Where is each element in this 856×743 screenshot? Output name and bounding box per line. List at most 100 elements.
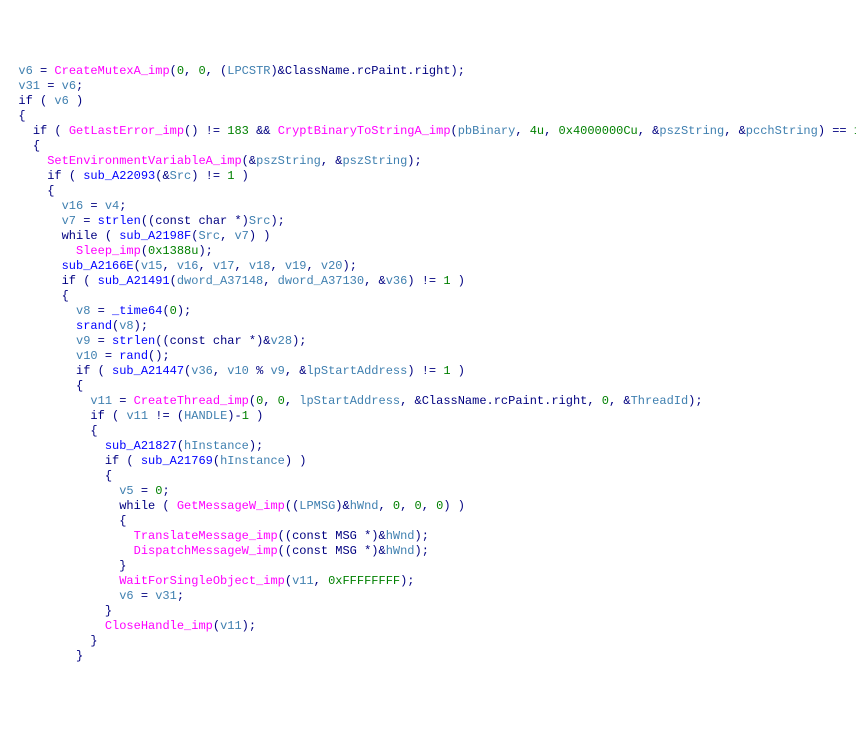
code-token: ; <box>162 484 169 498</box>
code-token: (( <box>141 214 155 228</box>
code-line: while ( sub_A2198F(Src, v7) ) <box>4 229 852 244</box>
code-token: ) == <box>818 124 854 138</box>
code-token: ); <box>688 394 702 408</box>
code-token: MSG *)& <box>328 544 386 558</box>
code-token: const <box>292 544 328 558</box>
code-token: , <box>184 64 198 78</box>
code-line: v7 = strlen((const char *)Src); <box>4 214 852 229</box>
code-token: sub_A21827 <box>105 439 177 453</box>
code-line: v6 = v31; <box>4 589 852 604</box>
code-token: v8 <box>76 304 90 318</box>
code-token: v20 <box>321 259 343 273</box>
code-token: ( <box>177 439 184 453</box>
code-token: ); <box>415 529 429 543</box>
code-line: { <box>4 424 852 439</box>
code-token: CreateMutexA_imp <box>54 64 169 78</box>
code-token: v18 <box>249 259 271 273</box>
code-token: , &ClassName.rcPaint.right, <box>400 394 602 408</box>
code-line: TranslateMessage_imp((const MSG *)&hWnd)… <box>4 529 852 544</box>
code-token: ); <box>343 259 357 273</box>
code-token: ); <box>134 319 148 333</box>
code-line: if ( sub_A21491(dword_A37148, dword_A371… <box>4 274 852 289</box>
code-token: ; <box>76 79 83 93</box>
code-token: ) ) <box>443 499 465 513</box>
code-token: CloseHandle_imp <box>105 619 213 633</box>
code-token: if <box>33 124 47 138</box>
code-token: SetEnvironmentVariableA_imp <box>47 154 241 168</box>
code-token: v16 <box>177 259 199 273</box>
code-line: v6 = CreateMutexA_imp(0, 0, (LPCSTR)&Cla… <box>4 64 852 79</box>
code-token: ( <box>47 124 69 138</box>
code-token: ( <box>155 499 177 513</box>
code-token: v5 <box>119 484 133 498</box>
code-token: strlen <box>112 334 155 348</box>
code-token: ) <box>249 409 263 423</box>
code-token: while <box>62 229 98 243</box>
code-token: v10 <box>227 364 249 378</box>
code-token: ( <box>451 124 458 138</box>
code-token: v6 <box>18 64 32 78</box>
code-token: LPMSG <box>299 499 335 513</box>
code-token: { <box>119 514 126 528</box>
code-token: v6 <box>119 589 133 603</box>
code-token: (( <box>278 529 292 543</box>
code-line: } <box>4 649 852 664</box>
code-token: sub_A21447 <box>112 364 184 378</box>
code-token: , <box>515 124 529 138</box>
code-token: , ( <box>206 64 228 78</box>
code-line: sub_A2166E(v15, v16, v17, v18, v19, v20)… <box>4 259 852 274</box>
code-line: srand(v8); <box>4 319 852 334</box>
code-token: ; <box>119 199 126 213</box>
code-token: (& <box>155 169 169 183</box>
code-token: 1 <box>443 274 450 288</box>
code-token: v4 <box>105 199 119 213</box>
code-line: if ( sub_A22093(&Src) != 1 ) <box>4 169 852 184</box>
code-token: ); <box>177 304 191 318</box>
code-token: ); <box>415 544 429 558</box>
code-token: v6 <box>62 79 76 93</box>
code-token: ( <box>170 274 177 288</box>
code-token: lpStartAddress <box>299 394 400 408</box>
code-token: pszString <box>256 154 321 168</box>
code-token: v11 <box>126 409 148 423</box>
code-token: v10 <box>76 349 98 363</box>
code-token: v7 <box>234 229 248 243</box>
code-line: if ( GetLastError_imp() != 183 && CryptB… <box>4 124 852 139</box>
code-line: v5 = 0; <box>4 484 852 499</box>
code-token: WaitForSingleObject_imp <box>119 574 285 588</box>
code-line: { <box>4 184 852 199</box>
code-token: if <box>76 364 90 378</box>
code-token: ) != <box>407 274 443 288</box>
code-token: ; <box>177 589 184 603</box>
code-line: v8 = _time64(0); <box>4 304 852 319</box>
code-token: ( <box>285 574 292 588</box>
code-token: { <box>105 469 112 483</box>
code-line: { <box>4 139 852 154</box>
code-line: WaitForSingleObject_imp(v11, 0xFFFFFFFF)… <box>4 574 852 589</box>
code-token: != ( <box>148 409 184 423</box>
code-token: ); <box>249 439 263 453</box>
code-token: = <box>134 484 156 498</box>
code-token: , & <box>364 274 386 288</box>
code-line: { <box>4 514 852 529</box>
code-token: _time64 <box>112 304 162 318</box>
code-token: Src <box>170 169 192 183</box>
code-token: while <box>119 499 155 513</box>
code-token: ); <box>407 154 421 168</box>
code-token: 0 <box>198 64 205 78</box>
code-line: v11 = CreateThread_imp(0, 0, lpStartAddr… <box>4 394 852 409</box>
code-token: , <box>314 574 328 588</box>
code-token: { <box>90 424 97 438</box>
code-token: sub_A21769 <box>141 454 213 468</box>
code-token: const char * <box>155 214 241 228</box>
code-line: } <box>4 604 852 619</box>
code-token: v36 <box>191 364 213 378</box>
code-token: pszString <box>342 154 407 168</box>
code-token: , & <box>609 394 631 408</box>
code-token: (( <box>155 334 169 348</box>
code-token: , <box>198 259 212 273</box>
code-token: 1 <box>242 409 249 423</box>
code-token: ); <box>270 214 284 228</box>
code-token: ); <box>292 334 306 348</box>
code-token: = <box>76 214 98 228</box>
